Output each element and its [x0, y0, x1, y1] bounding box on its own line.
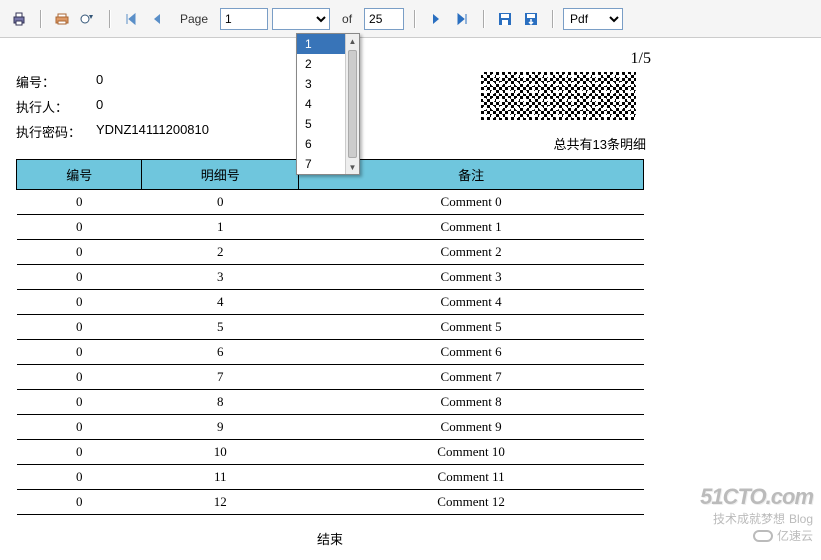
- dropdown-item[interactable]: 1: [297, 34, 345, 54]
- refresh-icon[interactable]: [77, 8, 99, 30]
- dropdown-item[interactable]: 5: [297, 114, 345, 134]
- total-pages-input[interactable]: [364, 8, 404, 30]
- separator: [40, 10, 41, 28]
- dropdown-item[interactable]: 3: [297, 74, 345, 94]
- table-row: 05Comment 5: [17, 315, 644, 340]
- table-row: 07Comment 7: [17, 365, 644, 390]
- table-row: 06Comment 6: [17, 340, 644, 365]
- dropdown-item[interactable]: 4: [297, 94, 345, 114]
- dropdown-item[interactable]: 7: [297, 154, 345, 174]
- first-page-icon[interactable]: [120, 8, 142, 30]
- watermark-logo: 51CTO.com: [700, 484, 813, 510]
- scroll-down-icon[interactable]: ▼: [346, 160, 359, 174]
- page-dropdown: 1234567 ▲ ▼: [296, 33, 360, 175]
- dropdown-scrollbar[interactable]: ▲ ▼: [345, 34, 359, 174]
- page-select[interactable]: [272, 8, 330, 30]
- separator: [483, 10, 484, 28]
- scroll-thumb[interactable]: [348, 50, 357, 158]
- of-label: of: [334, 12, 360, 26]
- watermark: 51CTO.com 技术成就梦想 Blog 亿速云: [700, 484, 813, 544]
- table-row: 010Comment 10: [17, 440, 644, 465]
- print-alt-icon[interactable]: [51, 8, 73, 30]
- table-row: 08Comment 8: [17, 390, 644, 415]
- dropdown-item[interactable]: 6: [297, 134, 345, 154]
- cloud-icon: [753, 530, 773, 542]
- table-row: 012Comment 12: [17, 490, 644, 515]
- page-indicator: 1/5: [631, 50, 651, 68]
- separator: [109, 10, 110, 28]
- print-icon[interactable]: [8, 8, 30, 30]
- page-input[interactable]: [220, 8, 268, 30]
- col-header-id: 编号: [17, 160, 142, 190]
- report-footer: 结束: [16, 529, 644, 548]
- report-body: 1/5 总共有13条明细 编号： 0 执行人： 0 执行密码： YDNZ1411…: [0, 38, 821, 560]
- detail-table: 编号 明细号 备注 00Comment 001Comment 102Commen…: [16, 159, 644, 515]
- field-pwd-value: YDNZ14111200810: [96, 122, 276, 141]
- field-exec-label: 执行人：: [16, 97, 96, 116]
- table-row: 011Comment 11: [17, 465, 644, 490]
- table-row: 04Comment 4: [17, 290, 644, 315]
- page-label: Page: [172, 12, 216, 26]
- col-header-detail: 明细号: [142, 160, 299, 190]
- separator: [414, 10, 415, 28]
- next-page-icon[interactable]: [425, 8, 447, 30]
- table-row: 02Comment 2: [17, 240, 644, 265]
- save-icon[interactable]: [494, 8, 516, 30]
- field-pwd-label: 执行密码：: [16, 122, 96, 141]
- field-id-value: 0: [96, 72, 276, 91]
- table-row: 09Comment 9: [17, 415, 644, 440]
- scroll-up-icon[interactable]: ▲: [346, 34, 359, 48]
- separator: [552, 10, 553, 28]
- save-as-icon[interactable]: [520, 8, 542, 30]
- table-row: 00Comment 0: [17, 190, 644, 215]
- table-row: 01Comment 1: [17, 215, 644, 240]
- field-id-label: 编号：: [16, 72, 96, 91]
- format-select[interactable]: Pdf: [563, 8, 623, 30]
- last-page-icon[interactable]: [451, 8, 473, 30]
- field-exec-value: 0: [96, 97, 276, 116]
- table-row: 03Comment 3: [17, 265, 644, 290]
- totals-text: 总共有13条明细: [554, 134, 646, 153]
- dropdown-item[interactable]: 2: [297, 54, 345, 74]
- toolbar: Page of Pdf: [0, 0, 821, 38]
- prev-page-icon[interactable]: [146, 8, 168, 30]
- barcode-image: [481, 72, 636, 120]
